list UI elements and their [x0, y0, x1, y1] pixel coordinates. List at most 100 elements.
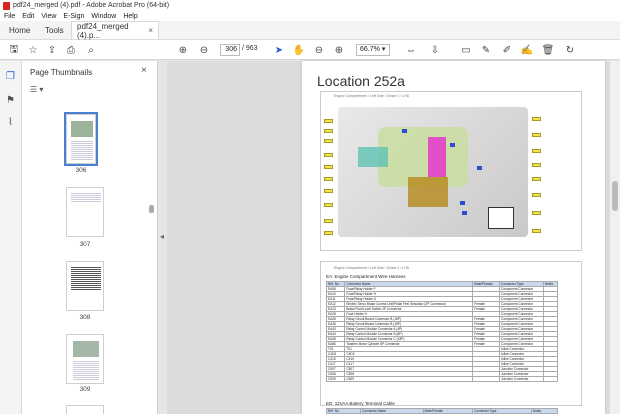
thumbnails-panel: Page Thumbnails × ☰ ▾ 306 307 308 309	[22, 61, 158, 414]
previous-page-icon[interactable]: ⊕	[176, 43, 190, 57]
callout-tag	[532, 163, 541, 167]
callout-tag-blue	[462, 211, 467, 215]
col-ref-no: Ref. No.	[326, 408, 361, 414]
callout-tag	[324, 165, 333, 169]
thumbnail-label: 307	[79, 241, 91, 248]
thumbnail-table	[71, 192, 101, 202]
callout-tag	[532, 229, 541, 233]
col-notes: Notes	[530, 408, 559, 414]
fit-page-icon[interactable]: ⇔	[404, 43, 418, 57]
hand-tool-icon[interactable]: ✋	[292, 43, 306, 57]
callout-tag	[324, 177, 333, 181]
thumbnail-table	[71, 140, 93, 160]
table-cell: Junction Connector	[499, 376, 544, 382]
connector-highlight	[428, 137, 446, 177]
thumbnails-scrollbar[interactable]	[149, 101, 154, 401]
menu-esign[interactable]: E-Sign	[63, 13, 84, 20]
highlight-icon[interactable]: ✎	[479, 43, 493, 57]
table-caption: Engine Compartment / Left Side / Grade 1…	[334, 266, 410, 270]
toolbar: 🖫 ☆ ⇪ ⎙ ⌕ ⊕ ⊖ 306 / 963 ➤ ✋ ⊖ ⊕ 66.7% ▾ …	[0, 40, 620, 60]
callout-tag-blue	[477, 166, 482, 170]
table-header-row: Ref. No. Connector Name Male/Female Conn…	[326, 408, 559, 414]
engine-compartment-diagram	[338, 107, 528, 237]
search-icon[interactable]: ⌕	[84, 43, 98, 57]
section-title-ea: EA: Engine Compartment Wire Harness	[326, 274, 406, 279]
menu-bar: File Edit View E-Sign Window Help	[0, 11, 620, 21]
page-number-input[interactable]: 306	[220, 44, 240, 56]
print-icon[interactable]: ⎙	[64, 43, 78, 57]
callout-tag	[324, 153, 333, 157]
pdf-page: Location 252a Engine Compartment / Left …	[302, 61, 605, 414]
callout-tag	[532, 211, 541, 215]
sign-icon[interactable]: ✍	[520, 43, 534, 57]
section-title-ed: ED: 12VAA Battery Terminal Cable	[326, 401, 395, 406]
thumbnail-page-306[interactable]	[64, 112, 98, 166]
bookmarks-icon[interactable]: ⚑	[4, 94, 17, 107]
attachments-icon[interactable]: ⌇	[4, 116, 17, 129]
panel-title: Page Thumbnails	[30, 68, 93, 77]
thumbnail-table	[71, 266, 101, 290]
scroll-mode-icon[interactable]: ⇩	[428, 43, 442, 57]
tab-home[interactable]: Home	[0, 21, 36, 39]
rotate-icon[interactable]: ↻	[563, 43, 577, 57]
tab-tools[interactable]: Tools	[36, 21, 71, 39]
callout-tag	[324, 119, 333, 123]
callout-tag	[532, 117, 541, 121]
thumbnail-page-309[interactable]	[66, 334, 104, 384]
page-total: / 963	[242, 45, 258, 52]
callout-tag	[324, 189, 333, 193]
tab-document-label: pdf24_merged (4).p...	[77, 21, 129, 40]
thumbnail-table	[73, 360, 99, 380]
menu-edit[interactable]: Edit	[22, 13, 34, 20]
upload-icon[interactable]: ⇪	[45, 43, 59, 57]
menu-file[interactable]: File	[4, 13, 15, 20]
table-cell	[472, 376, 501, 382]
thumbnail-page-310[interactable]	[66, 405, 104, 414]
close-tab-icon[interactable]: ×	[148, 26, 153, 35]
thumbnail-diagram	[73, 341, 99, 357]
callout-tag	[324, 139, 333, 143]
thumbnail-page-308[interactable]	[66, 261, 104, 311]
zoom-in-icon[interactable]: ⊕	[332, 43, 346, 57]
viewer-scroll-thumb[interactable]	[612, 181, 618, 211]
thumbnail-label: 308	[79, 314, 91, 321]
viewer-scrollbar[interactable]	[610, 61, 620, 414]
diagram-caption: Engine Compartment / Left Side / Grade 1…	[334, 94, 410, 98]
callout-tag	[532, 149, 541, 153]
page-title: Location 252a	[317, 73, 405, 89]
document-viewer[interactable]: Location 252a Engine Compartment / Left …	[167, 61, 610, 414]
thumbnail-options-icon[interactable]: ☰ ▾	[30, 85, 43, 94]
close-panel-icon[interactable]: ×	[141, 65, 147, 76]
zoom-level-select[interactable]: 66.7% ▾	[356, 44, 390, 56]
bookmark-star-icon[interactable]: ☆	[26, 43, 40, 57]
thumbnail-page-307[interactable]	[66, 187, 104, 237]
zoom-caret-icon: ▾	[381, 46, 386, 53]
page-thumbnails-icon[interactable]: ❐	[4, 70, 17, 83]
menu-help[interactable]: Help	[123, 13, 137, 20]
menu-view[interactable]: View	[41, 13, 56, 20]
module-highlight	[358, 147, 388, 167]
window-title: pdf24_merged (4).pdf - Adobe Acrobat Pro…	[13, 2, 170, 9]
zoom-level-value: 66.7%	[360, 46, 380, 53]
delete-icon[interactable]: 🗑	[541, 43, 555, 57]
callout-tag-blue	[402, 129, 407, 133]
menu-window[interactable]: Window	[91, 13, 116, 20]
tab-document[interactable]: pdf24_merged (4).p... ×	[71, 21, 159, 40]
callout-tag	[324, 231, 333, 235]
collapse-panel-icon[interactable]: ◂	[160, 232, 164, 241]
thumbnail-diagram	[71, 121, 93, 137]
next-page-icon[interactable]: ⊖	[197, 43, 211, 57]
thumbnails-scroll-thumb[interactable]	[149, 205, 154, 213]
comment-icon[interactable]: ▭	[459, 43, 473, 57]
save-icon[interactable]: 🖫	[7, 43, 21, 57]
thumbnail-label: 306	[75, 167, 87, 174]
select-cursor-icon[interactable]: ➤	[272, 43, 286, 57]
thumbnail-label: 309	[79, 386, 91, 393]
zoom-out-icon[interactable]: ⊖	[312, 43, 326, 57]
callout-tag	[324, 129, 333, 133]
draw-icon[interactable]: ✐	[500, 43, 514, 57]
callout-tag	[532, 177, 541, 181]
callout-tag	[532, 193, 541, 197]
title-bar: pdf24_merged (4).pdf - Adobe Acrobat Pro…	[0, 0, 620, 11]
table-cell	[542, 376, 559, 382]
